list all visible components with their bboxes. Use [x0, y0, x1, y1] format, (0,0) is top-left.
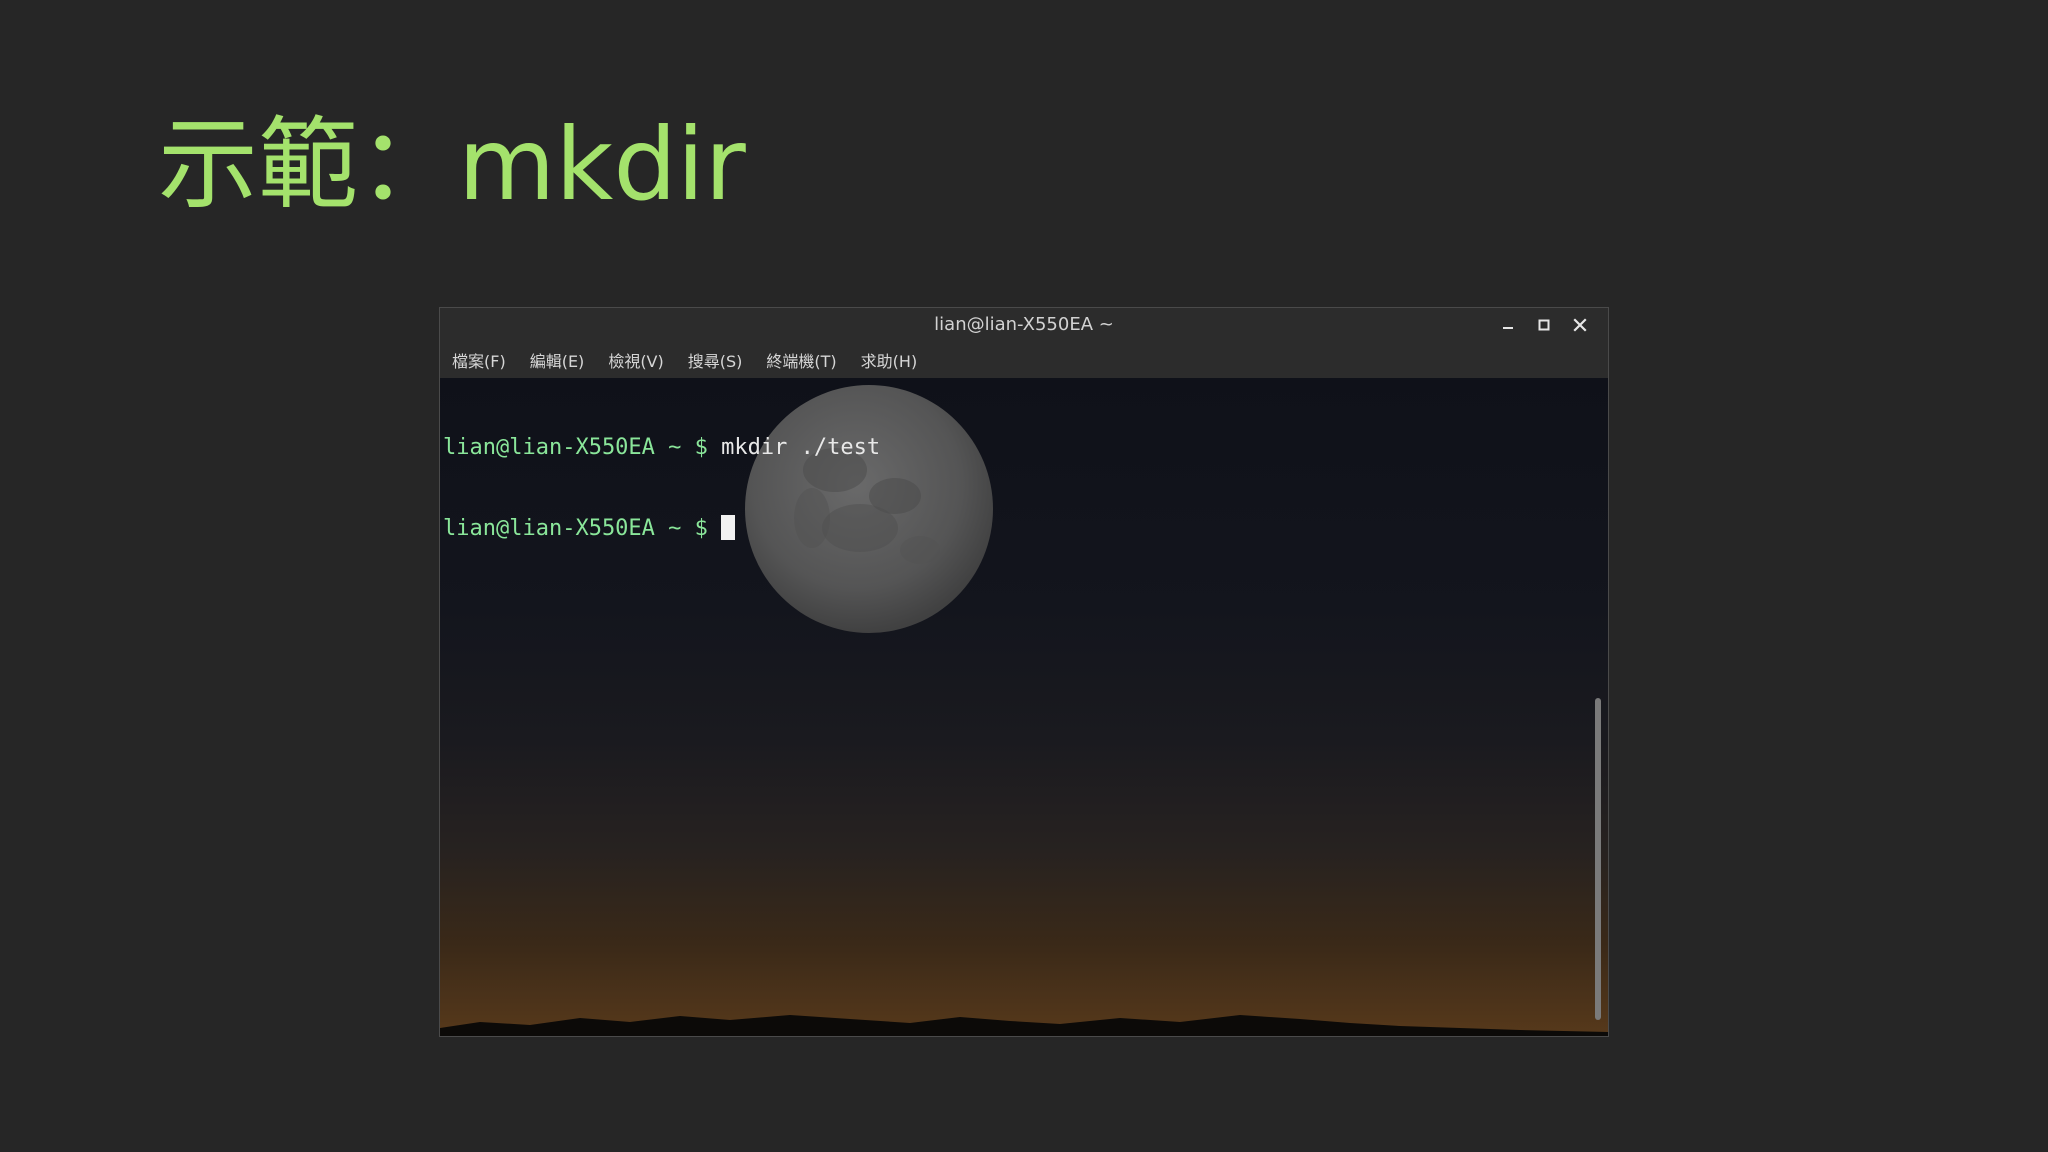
command-text: mkdir ./test [707, 435, 881, 460]
shell-prompt: lian@lian-X550EA ~ $ [443, 435, 708, 460]
terminal-window[interactable]: lian@lian-X550EA ~ 檔案(F) 編輯(E) 檢視(V) 搜尋(… [439, 307, 1609, 1037]
terminal-output: lian@lian-X550EA ~ $ mkdir ./test lian@l… [443, 380, 880, 596]
menu-terminal[interactable]: 終端機(T) [766, 348, 836, 372]
menu-help[interactable]: 求助(H) [861, 348, 918, 372]
menu-file[interactable]: 檔案(F) [452, 348, 506, 372]
terminal-line: lian@lian-X550EA ~ $ [443, 515, 880, 542]
close-button[interactable] [1562, 308, 1598, 342]
menu-edit[interactable]: 編輯(E) [530, 348, 585, 372]
shell-prompt: lian@lian-X550EA ~ $ [443, 516, 708, 541]
terminal-line: lian@lian-X550EA ~ $ mkdir ./test [443, 434, 880, 461]
minimize-button[interactable] [1490, 308, 1526, 342]
window-title: lian@lian-X550EA ~ [934, 314, 1114, 335]
text-cursor [721, 515, 736, 540]
menu-bar: 檔案(F) 編輯(E) 檢視(V) 搜尋(S) 終端機(T) 求助(H) [440, 342, 1608, 378]
terminal-area[interactable]: lian@lian-X550EA ~ $ mkdir ./test lian@l… [440, 378, 1608, 1036]
close-icon [1573, 318, 1587, 332]
minimize-icon [1503, 327, 1513, 329]
window-titlebar[interactable]: lian@lian-X550EA ~ [440, 308, 1608, 342]
menu-search[interactable]: 搜尋(S) [688, 348, 743, 372]
slide-title: 示範：mkdir [158, 106, 746, 223]
scrollbar[interactable] [1594, 378, 1602, 1036]
menu-view[interactable]: 檢視(V) [608, 348, 663, 372]
scrollbar-thumb[interactable] [1595, 698, 1601, 1020]
window-controls [1490, 308, 1598, 342]
maximize-icon [1538, 319, 1550, 331]
command-input[interactable] [708, 516, 721, 541]
maximize-button[interactable] [1526, 308, 1562, 342]
presentation-slide: 示範：mkdir lian@lian-X550EA ~ 檔案(F) 編輯(E) … [0, 0, 2048, 1152]
